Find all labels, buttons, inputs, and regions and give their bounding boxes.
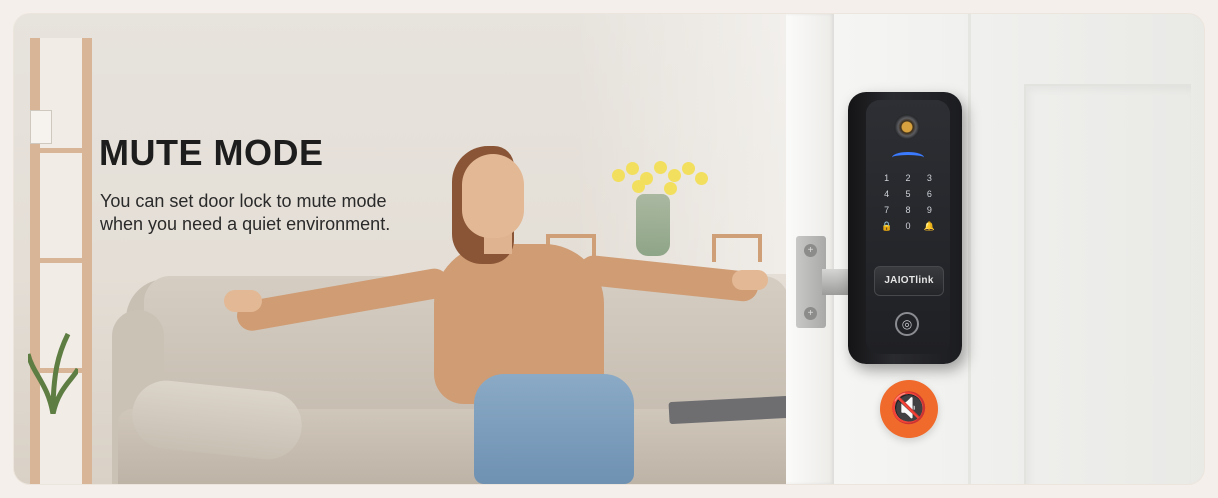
door-molding — [1024, 84, 1191, 484]
woman-hand — [732, 270, 768, 290]
woman-jeans — [474, 374, 634, 484]
key-8: 8 — [905, 205, 911, 215]
smart-door-lock: 1 2 3 4 5 6 7 8 9 🔒 0 🔔 JAIOTlink ◎ — [848, 92, 962, 364]
key-0: 0 — [905, 221, 911, 231]
woman-hand — [224, 290, 262, 312]
key-5: 5 — [905, 189, 911, 199]
flower-vase — [636, 194, 670, 256]
brand-plate: JAIOTlink — [874, 266, 944, 296]
description-line-1: You can set door lock to mute mode — [100, 191, 387, 211]
door-scene: + + 1 2 3 4 5 6 7 8 9 🔒 0 🔔 JAIOTlink ◎ … — [786, 14, 1204, 484]
chair-back — [712, 234, 762, 262]
lock-key-icon: 🔒 — [881, 221, 893, 231]
screw-icon: + — [804, 244, 817, 257]
fingerprint-sensor-icon: ◎ — [895, 312, 919, 336]
screw-icon: + — [804, 307, 817, 320]
key-9: 9 — [926, 205, 932, 215]
key-2: 2 — [905, 173, 911, 183]
camera-lens-icon — [894, 114, 920, 140]
banner: MUTE MODE You can set door lock to mute … — [14, 14, 1204, 484]
lock-front-panel: 1 2 3 4 5 6 7 8 9 🔒 0 🔔 JAIOTlink ◎ — [866, 100, 950, 354]
plant-icon — [28, 332, 78, 414]
brand-logo: JAIOTlink — [884, 275, 934, 286]
keypad: 1 2 3 4 5 6 7 8 9 🔒 0 🔔 — [876, 172, 940, 233]
mute-speaker-icon: 🔇 — [880, 380, 938, 438]
key-6: 6 — [926, 189, 932, 199]
description-line-2: when you need a quiet environment. — [100, 214, 391, 234]
bell-key-icon: 🔔 — [923, 221, 935, 231]
headline: MUTE MODE — [99, 132, 324, 173]
key-7: 7 — [884, 205, 890, 215]
status-led — [892, 152, 924, 163]
description: You can set door lock to mute mode when … — [100, 190, 460, 236]
woman-head — [462, 154, 524, 238]
living-room-photo: MUTE MODE You can set door lock to mute … — [14, 14, 786, 484]
key-4: 4 — [884, 189, 890, 199]
key-3: 3 — [926, 173, 932, 183]
bookshelf — [30, 38, 92, 484]
wall-clock — [30, 110, 52, 144]
key-1: 1 — [884, 173, 890, 183]
